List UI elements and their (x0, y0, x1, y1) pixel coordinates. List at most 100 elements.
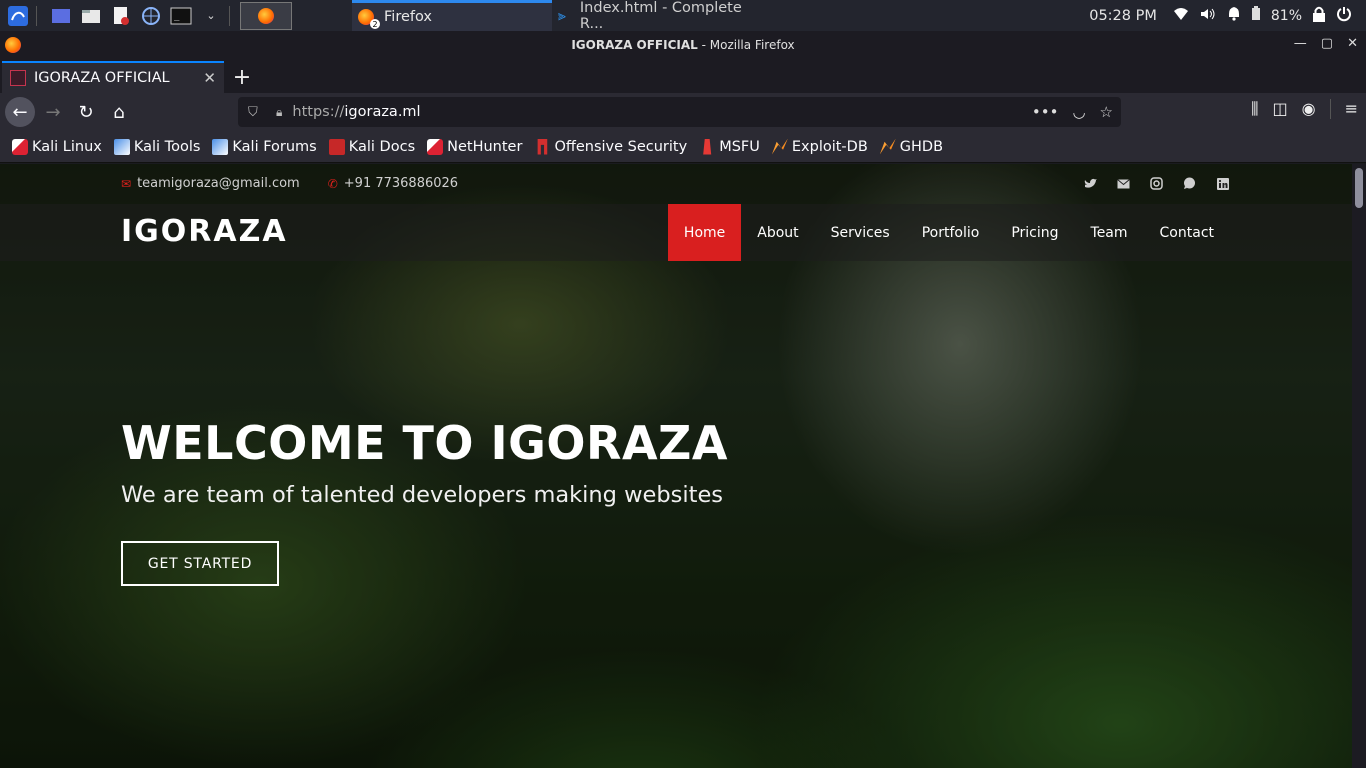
email-icon[interactable] (1116, 176, 1131, 191)
url-bar[interactable]: ⛉ 🔒︎ https://igoraza.ml ••• ◡ ☆ (238, 97, 1121, 127)
tab-igoraza[interactable]: IGORAZA OFFICIAL ✕ (2, 61, 224, 93)
site-logo[interactable]: IGORAZA (121, 214, 288, 249)
reload-button[interactable]: ↻ (71, 97, 101, 127)
workspace-firefox-button[interactable] (240, 1, 292, 30)
home-icon: ⌂ (113, 101, 125, 123)
twitter-icon[interactable] (1083, 176, 1098, 191)
reload-icon: ↻ (78, 101, 94, 123)
nav-item-team[interactable]: Team (1075, 204, 1144, 261)
web-browser-icon[interactable] (139, 4, 163, 28)
kali-docs-icon (328, 138, 345, 155)
minimize-icon[interactable]: — (1294, 36, 1307, 51)
msfu-icon (703, 138, 712, 155)
tracking-protection-icon[interactable]: ⛉ (248, 105, 264, 120)
tab-strip: IGORAZA OFFICIAL ✕ + (0, 59, 1366, 93)
whatsapp-icon[interactable] (1182, 176, 1197, 191)
nav-item-home[interactable]: Home (667, 204, 742, 261)
bookmark-label: MSFU (719, 138, 760, 155)
volume-icon[interactable] (1199, 7, 1217, 25)
bookmark-kali-forums[interactable]: Kali Forums (212, 138, 317, 155)
exploitdb-icon (771, 138, 788, 155)
firefox-icon: 2 (358, 9, 380, 29)
close-icon[interactable]: ✕ (1347, 36, 1358, 51)
svg-text:_: _ (174, 12, 180, 22)
page-actions-icon[interactable]: ••• (1032, 103, 1059, 121)
window-title: IGORAZA OFFICIAL (571, 38, 698, 52)
taskbar-task-label: Firefox (384, 9, 432, 25)
account-icon[interactable]: ◉ (1302, 99, 1316, 119)
phone-icon: ✆ (327, 176, 338, 191)
nav-item-about[interactable]: About (741, 204, 814, 261)
url-host: igoraza.ml (344, 104, 421, 120)
pocket-icon[interactable]: ◡ (1072, 103, 1085, 121)
nav-item-services[interactable]: Services (815, 204, 906, 261)
terminal-icon[interactable]: _ (169, 4, 193, 28)
get-started-button[interactable]: GET STARTED (121, 541, 279, 586)
url-text[interactable]: https://igoraza.ml (292, 104, 420, 120)
new-tab-button[interactable]: + (224, 61, 260, 93)
bookmark-star-icon[interactable]: ☆ (1100, 103, 1113, 121)
kali-menu-icon[interactable] (6, 4, 30, 28)
taskbar-separator (36, 5, 37, 26)
bookmark-label: Offensive Security (554, 138, 688, 155)
kali-tools-icon (113, 138, 130, 155)
firefox-icon (258, 7, 274, 24)
text-editor-icon[interactable] (109, 4, 133, 28)
window-controls: — ▢ ✕ (1294, 36, 1358, 51)
page-scrollbar[interactable] (1352, 164, 1366, 768)
bookmark-msfu[interactable]: MSFU (699, 138, 760, 155)
envelope-icon: ✉ (121, 176, 132, 191)
close-icon[interactable]: ✕ (203, 69, 216, 87)
home-button[interactable]: ⌂ (104, 97, 134, 127)
kali-icon (12, 138, 28, 155)
navigation-toolbar: ← → ↻ ⌂ ⛉ 🔒︎ https://igoraza.ml ••• ◡ ☆ … (0, 93, 1366, 131)
nav-item-pricing[interactable]: Pricing (995, 204, 1074, 261)
instagram-icon[interactable] (1149, 176, 1164, 191)
vscode-icon: ⫸ (558, 7, 566, 24)
battery-icon[interactable] (1251, 6, 1261, 25)
sidebar-icon[interactable]: ◫ (1273, 99, 1288, 119)
lock-screen-icon[interactable] (1312, 6, 1326, 26)
notification-bell-icon[interactable] (1227, 6, 1241, 25)
nav-item-portfolio[interactable]: Portfolio (906, 204, 996, 261)
scrollbar-thumb[interactable] (1355, 168, 1363, 208)
power-icon[interactable] (1336, 6, 1352, 26)
bookmark-nethunter[interactable]: NetHunter (427, 138, 523, 155)
back-button[interactable]: ← (5, 97, 35, 127)
bookmark-label: NetHunter (447, 138, 523, 155)
bookmark-label: GHDB (899, 138, 944, 155)
library-icon[interactable]: ⫼ (1251, 99, 1258, 119)
site-header: IGORAZA Home About Services Portfolio Pr… (0, 204, 1352, 261)
bookmark-kali-linux[interactable]: Kali Linux (12, 138, 102, 155)
file-manager-icon[interactable] (79, 4, 103, 28)
nav-item-contact[interactable]: Contact (1144, 204, 1230, 261)
maximize-icon[interactable]: ▢ (1321, 36, 1333, 51)
bookmark-label: Kali Linux (32, 138, 102, 155)
window-title-suffix: - Mozilla Firefox (697, 38, 795, 52)
clock[interactable]: 05:28 PM (1089, 8, 1157, 24)
hamburger-menu-icon[interactable]: ≡ (1345, 99, 1358, 119)
contact-email[interactable]: teamigoraza@gmail.com (137, 176, 300, 191)
bookmark-ghdb[interactable]: GHDB (879, 138, 944, 155)
taskbar-task-vscode[interactable]: ⫸ Index.html - Complete R... (552, 0, 752, 32)
window-titlebar: IGORAZA OFFICIAL - Mozilla Firefox — ▢ ✕ (0, 31, 1366, 59)
bookmark-offensive-security[interactable]: Offensive Security (534, 138, 688, 155)
taskbar-task-firefox[interactable]: 2 Firefox (352, 0, 552, 31)
lock-icon[interactable]: 🔒︎ (276, 105, 282, 120)
bookmarks-toolbar: Kali Linux Kali Tools Kali Forums Kali D… (0, 131, 1366, 163)
show-desktop-icon[interactable] (49, 4, 73, 28)
url-protocol: https:// (292, 104, 345, 120)
window-count-badge: 2 (370, 19, 380, 29)
chevron-down-icon[interactable]: ⌄ (199, 4, 223, 28)
forward-button[interactable]: → (38, 97, 68, 127)
contact-info-bar: ✉ teamigoraza@gmail.com ✆ +91 7736886026 (121, 176, 458, 191)
bookmark-exploit-db[interactable]: Exploit-DB (771, 138, 868, 155)
contact-phone[interactable]: +91 7736886026 (344, 176, 458, 191)
bookmark-label: Kali Tools (133, 138, 201, 155)
bookmark-kali-docs[interactable]: Kali Docs (328, 138, 415, 155)
battery-percent[interactable]: 81% (1271, 8, 1302, 24)
linkedin-icon[interactable] (1215, 176, 1230, 191)
system-tray: 05:28 PM 81% (1089, 6, 1366, 26)
wifi-icon[interactable] (1173, 7, 1189, 25)
bookmark-kali-tools[interactable]: Kali Tools (113, 138, 201, 155)
